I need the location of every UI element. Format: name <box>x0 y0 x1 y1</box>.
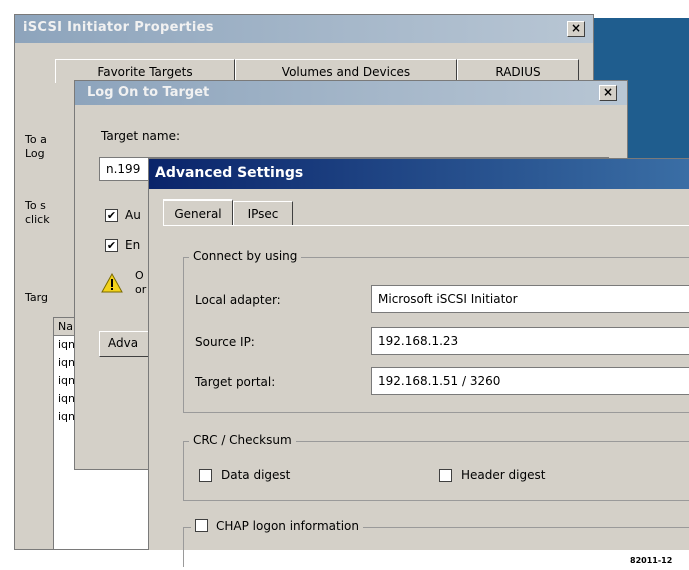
header-digest-checkbox[interactable] <box>439 469 452 482</box>
dialog-title: Log On to Target <box>87 85 210 100</box>
dialog-title: Advanced Settings <box>155 165 304 181</box>
description-text-1: To a Log <box>25 133 47 160</box>
tab-ipsec[interactable]: IPsec <box>233 201 293 225</box>
title-bar: iSCSI Initiator Properties × <box>15 15 593 43</box>
checkbox-1-label: Au <box>125 208 141 222</box>
checkbox-2-label: En <box>125 238 141 252</box>
connect-by-using-label: Connect by using <box>189 249 302 263</box>
target-name-label: Target name: <box>101 129 181 143</box>
target-portal-field[interactable]: 192.168.1.51 / 3260 <box>371 367 689 395</box>
chap-logon-header: CHAP logon information <box>191 519 363 533</box>
source-ip-label: Source IP: <box>195 335 255 349</box>
chap-logon-label: CHAP logon information <box>216 519 359 533</box>
local-adapter-field[interactable]: Microsoft iSCSI Initiator <box>371 285 689 313</box>
advanced-settings-dialog: Advanced Settings General IPsec Connect … <box>148 158 689 567</box>
chap-logon-group <box>183 527 689 567</box>
close-button[interactable]: × <box>567 21 585 37</box>
description-text-2: To s click <box>25 199 50 226</box>
warning-icon <box>101 273 123 293</box>
close-button[interactable]: × <box>599 85 617 101</box>
window-title: iSCSI Initiator Properties <box>23 20 214 35</box>
checkbox-1[interactable]: ✔ <box>105 209 118 222</box>
local-adapter-label: Local adapter: <box>195 293 281 307</box>
checkbox-2[interactable]: ✔ <box>105 239 118 252</box>
targets-label: Targ <box>25 291 48 304</box>
tab-panel-border <box>163 225 689 226</box>
title-bar: Advanced Settings <box>149 159 689 189</box>
chap-logon-checkbox[interactable] <box>195 519 208 532</box>
crc-checksum-label: CRC / Checksum <box>189 433 296 447</box>
target-portal-label: Target portal: <box>195 375 276 389</box>
figure-id: 82011-12 <box>630 556 673 565</box>
data-digest-label: Data digest <box>221 468 291 482</box>
title-bar: Log On to Target × <box>75 81 627 105</box>
data-digest-checkbox[interactable] <box>199 469 212 482</box>
source-ip-field[interactable]: 192.168.1.23 <box>371 327 689 355</box>
tab-general[interactable]: General <box>163 199 233 225</box>
header-digest-label: Header digest <box>461 468 546 482</box>
warning-text: O or <box>135 269 147 296</box>
